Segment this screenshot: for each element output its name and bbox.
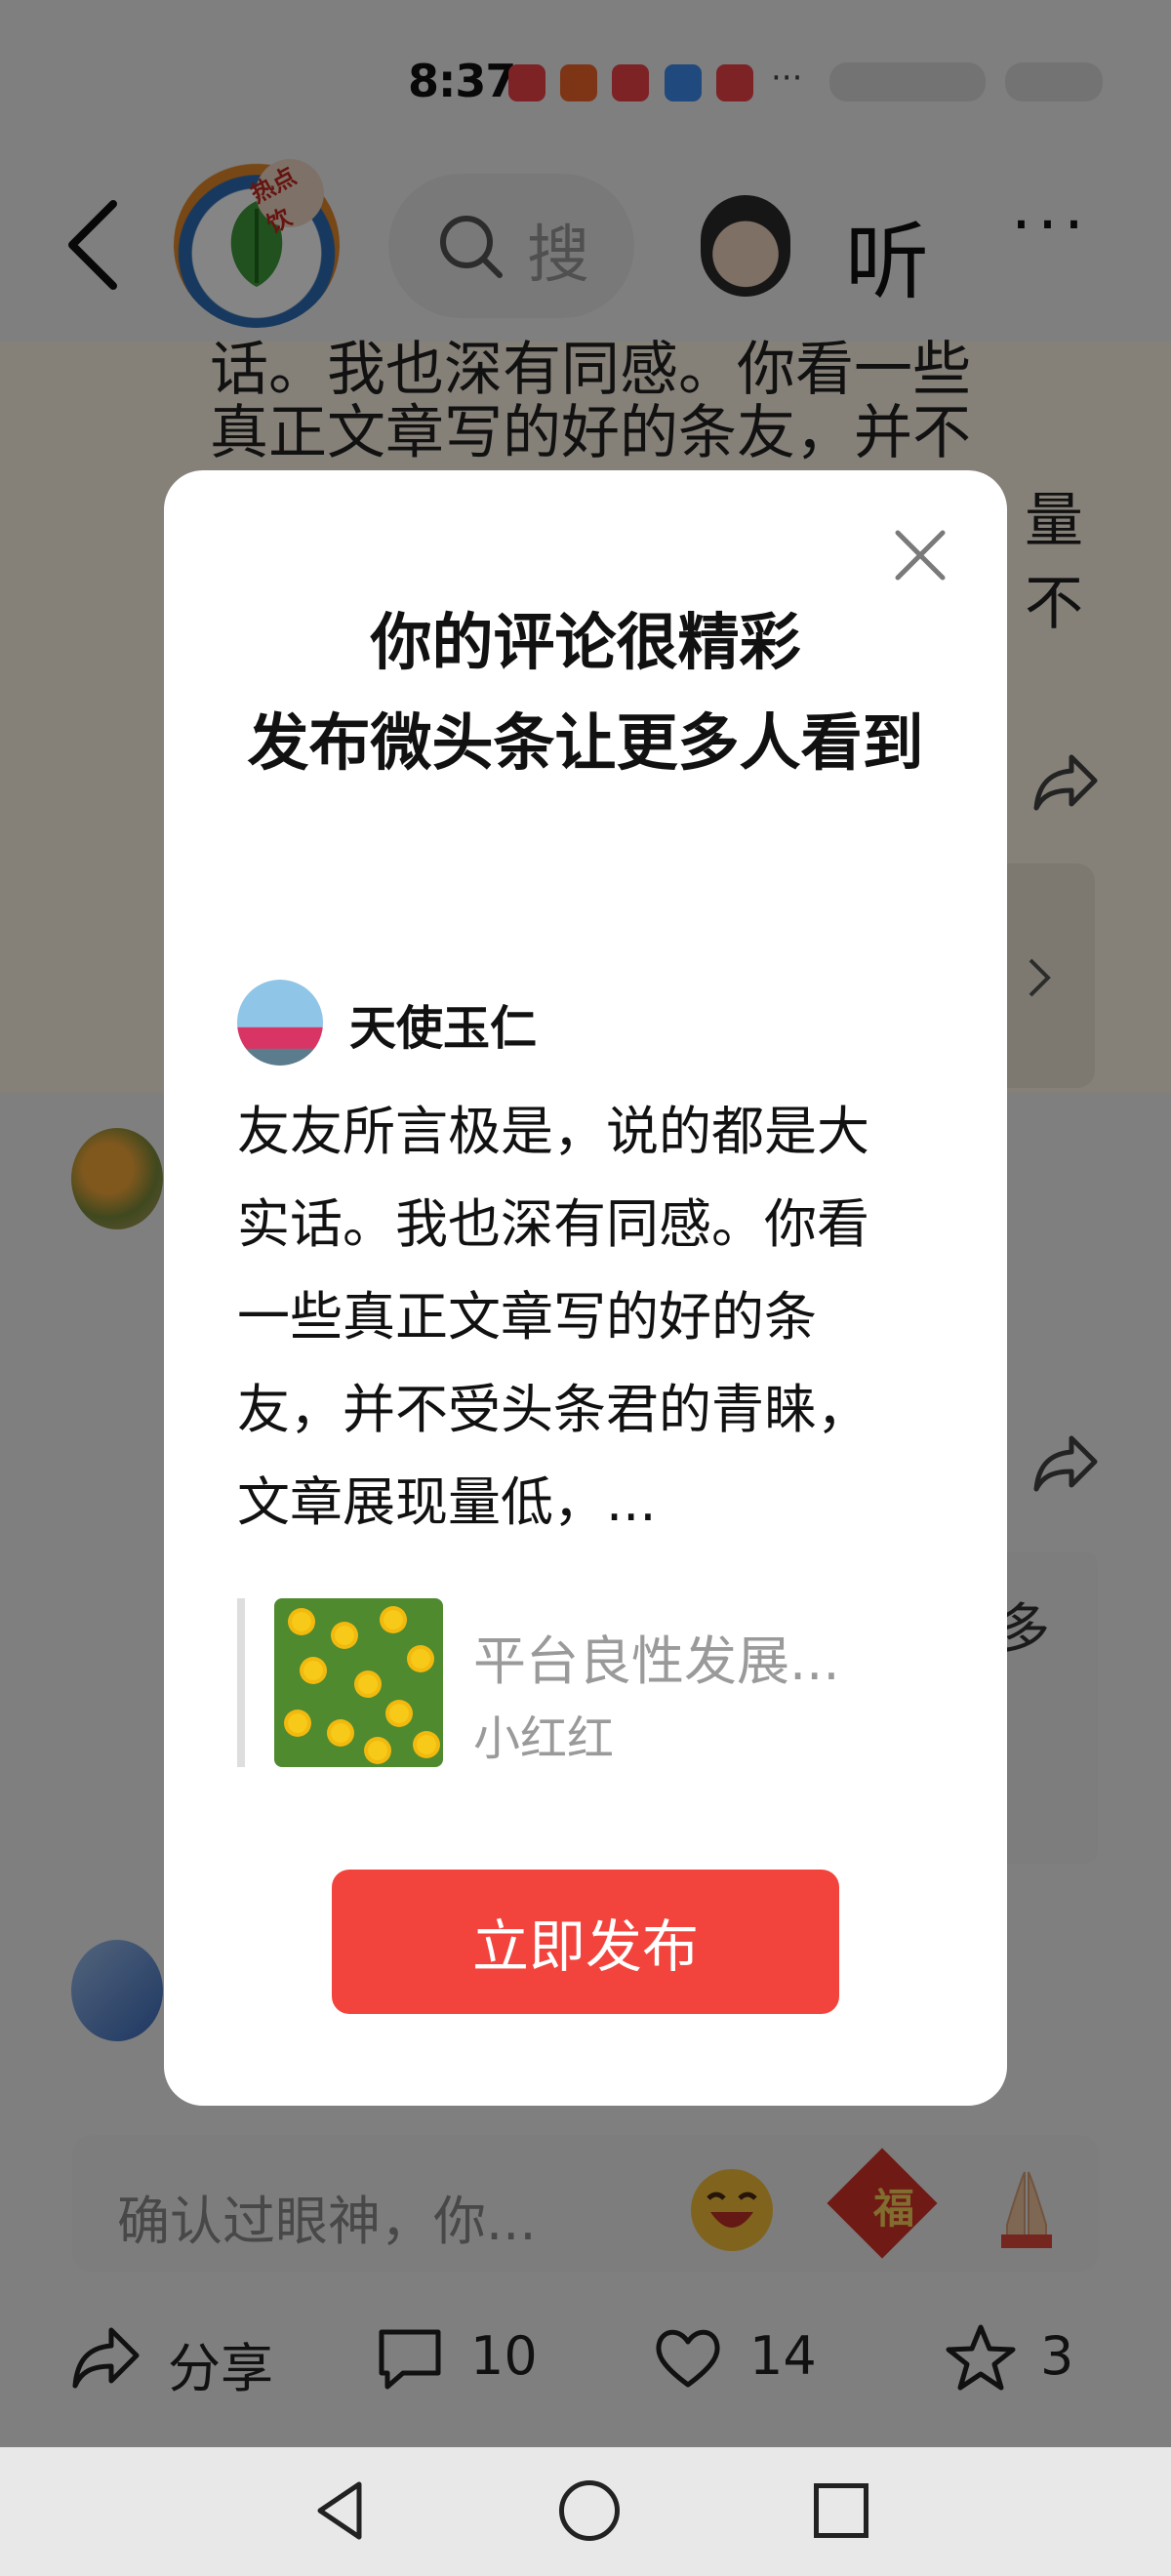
- nav-home-icon[interactable]: [559, 2480, 620, 2541]
- quoted-article-author: 小红红: [473, 1711, 615, 1766]
- publish-now-button[interactable]: 立即发布: [332, 1870, 839, 2014]
- close-icon[interactable]: [890, 525, 950, 585]
- user-avatar: [237, 980, 323, 1066]
- article-thumbnail: [274, 1598, 443, 1767]
- nav-back-icon[interactable]: [314, 2480, 365, 2541]
- dialog-title: 你的评论很精彩: [370, 607, 801, 678]
- user-name: 天使玉仁: [349, 1001, 538, 1056]
- comment-preview-text: 友友所言极是，说的都是大实话。我也深有同感。你看一些真正文章写的好的条友，并不受…: [237, 1101, 869, 1533]
- nav-recents-icon[interactable]: [814, 2483, 868, 2538]
- quote-divider: [237, 1598, 245, 1767]
- quoted-article-title: 平台良性发展...: [473, 1630, 840, 1692]
- dialog-subtitle: 发布微头条让更多人看到: [247, 707, 924, 779]
